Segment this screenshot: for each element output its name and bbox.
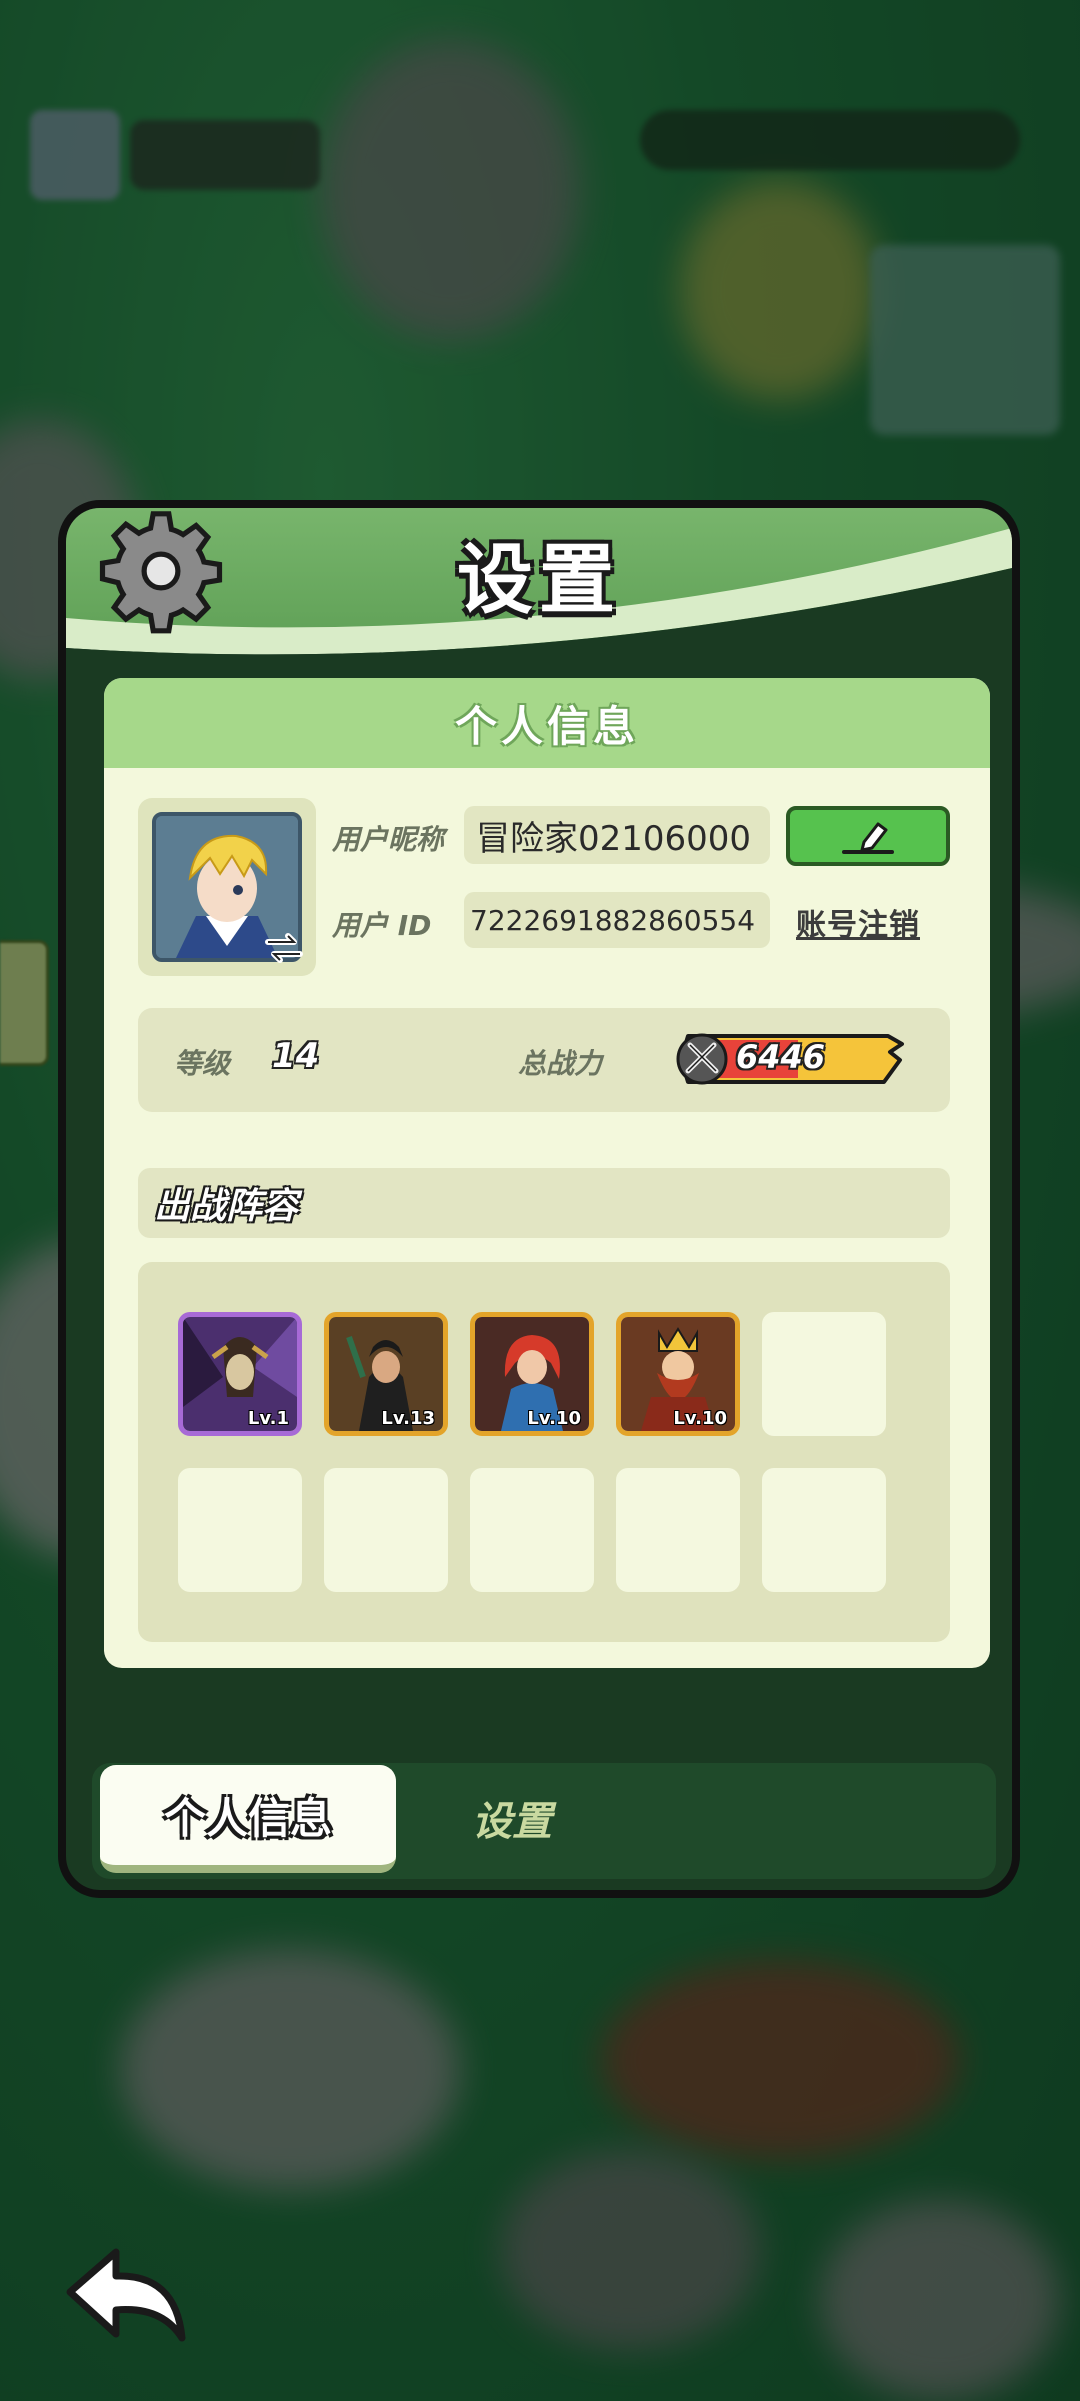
hero-level: Lv.10 <box>673 1408 727 1429</box>
lineup-title: 出战阵容 <box>138 1168 950 1238</box>
level-value: 14 <box>272 1036 320 1076</box>
empty-slot[interactable] <box>470 1468 594 1592</box>
profile-card: 个人信息 用户昵称 冒险家02106000 用户 ID 722269188286… <box>104 678 990 1668</box>
panel-header: 设置 <box>66 508 1012 668</box>
hero-level: Lv.10 <box>527 1408 581 1429</box>
back-arrow-icon[interactable] <box>58 2240 192 2350</box>
bottom-tab-bar: 个人信息 设置 <box>92 1763 996 1879</box>
hero-slot-3[interactable]: Lv.10 <box>470 1312 594 1436</box>
nickname-label: 用户昵称 <box>332 823 445 856</box>
avatar-frame[interactable] <box>138 798 316 976</box>
empty-slot[interactable] <box>762 1312 886 1436</box>
empty-slot[interactable] <box>616 1468 740 1592</box>
hero-level: Lv.13 <box>381 1408 435 1429</box>
id-label: 用户 ID <box>332 909 432 942</box>
empty-slot[interactable] <box>178 1468 302 1592</box>
power-badge: 6446 <box>676 1030 908 1088</box>
lineup-grid: Lv.1 Lv.13 Lv.10 Lv.10 <box>138 1262 950 1642</box>
hero-level: Lv.1 <box>247 1408 289 1429</box>
power-label: 总战力 <box>518 1047 603 1080</box>
hero-slot-1[interactable]: Lv.1 <box>178 1312 302 1436</box>
hero-slot-4[interactable]: Lv.10 <box>616 1312 740 1436</box>
nickname-field: 冒险家02106000 <box>464 806 770 864</box>
settings-panel: 设置 个人信息 用户昵称 冒险家02106000 用户 ID 722269188… <box>58 500 1020 1898</box>
level-label: 等级 <box>174 1047 231 1080</box>
panel-title: 设置 <box>457 535 621 624</box>
edit-pencil-icon <box>842 822 894 854</box>
empty-slot[interactable] <box>324 1468 448 1592</box>
stats-row: 等级 14 总战力 6446 <box>138 1008 950 1112</box>
tab-profile[interactable]: 个人信息 <box>100 1765 396 1873</box>
tab-settings[interactable]: 设置 <box>472 1789 552 1847</box>
account-cancel-link[interactable]: 账号注销 <box>796 900 920 944</box>
sword-power-icon <box>676 1033 728 1085</box>
swap-avatar-icon[interactable] <box>262 926 306 970</box>
edit-nickname-button[interactable] <box>786 806 950 866</box>
profile-section-title: 个人信息 <box>104 678 990 768</box>
empty-slot[interactable] <box>762 1468 886 1592</box>
user-id-field: 7222691882860554 <box>464 892 770 948</box>
power-value: 6446 <box>736 1038 826 1076</box>
hero-slot-2[interactable]: Lv.13 <box>324 1312 448 1436</box>
